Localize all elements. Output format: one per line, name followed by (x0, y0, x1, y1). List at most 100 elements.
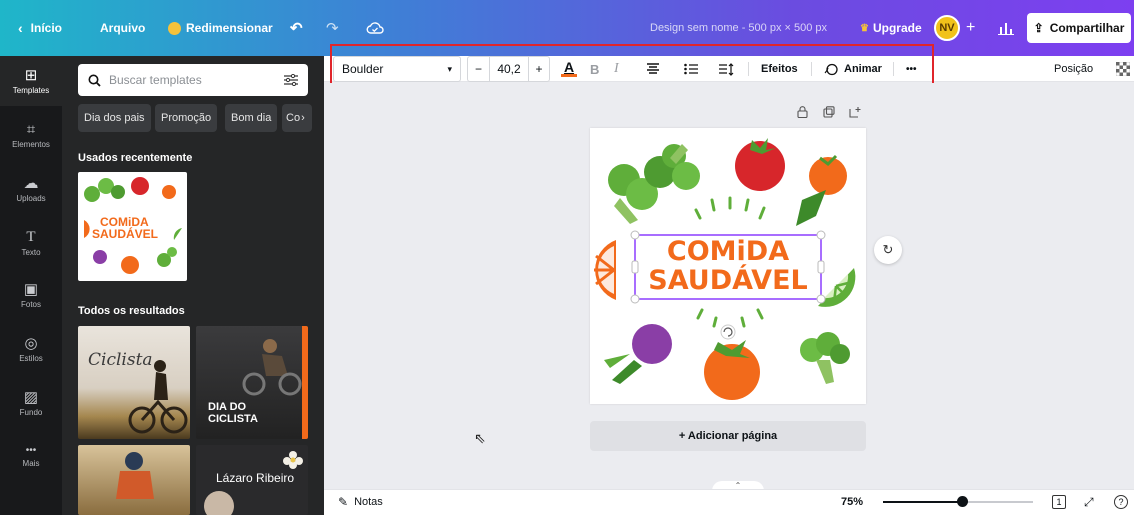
add-page-icon[interactable] (849, 106, 861, 121)
italic-button[interactable]: I (614, 56, 619, 82)
top-bar: ‹ Início Arquivo Redimensionar ↶ ↷ Desig… (0, 0, 1134, 56)
upgrade-button[interactable]: ♛ Upgrade (860, 0, 922, 56)
toolbar-divider (811, 62, 812, 76)
effects-button[interactable]: Efeitos (761, 56, 798, 82)
fullscreen-icon[interactable]: ⤢ (1084, 489, 1094, 515)
bold-button[interactable]: B (590, 56, 599, 82)
chip-label: Co (286, 112, 301, 124)
add-page-button[interactable]: + Adicionar página (590, 421, 866, 451)
file-menu[interactable]: Arquivo (100, 0, 145, 56)
recent-thumb-line2: SAUDÁVEL (92, 227, 159, 241)
share-button[interactable]: ⇪ Compartilhar (1027, 13, 1131, 43)
beet-icon (604, 324, 672, 384)
rail-item-text[interactable]: T Texto (0, 218, 62, 268)
background-icon: ▨ (23, 388, 39, 406)
crown-icon (168, 21, 181, 35)
help-icon: ? (1114, 495, 1128, 509)
font-size-stepper: − 40,2 + (467, 56, 550, 82)
toolbar-divider (893, 62, 894, 76)
text-color-button[interactable]: A (561, 56, 577, 82)
align-center-icon[interactable] (646, 56, 660, 82)
rail-item-more[interactable]: ••• Mais (0, 432, 62, 482)
result2-line2: CICLISTA (208, 413, 258, 425)
pages-icon: 1 (1052, 495, 1066, 509)
spacing-icon[interactable] (718, 56, 734, 82)
result4-title: Lázaro Ribeiro (216, 471, 295, 485)
result-template-memorial[interactable]: Lázaro Ribeiro (196, 445, 308, 515)
all-results-title: Todos os resultados (78, 305, 185, 317)
undo-icon[interactable]: ↶ (290, 0, 303, 56)
left-rail: ⊞ Templates ⌗ Elementos ☁ Uploads T Text… (0, 56, 62, 515)
rotate-handle[interactable] (720, 324, 736, 340)
chip-more[interactable]: Co › (282, 104, 312, 132)
design-title-line2[interactable]: SAUDÁVEL (590, 267, 866, 295)
transparency-icon[interactable] (1116, 56, 1130, 82)
design-title[interactable]: Design sem nome - 500 px × 500 px (650, 0, 827, 56)
resize-button[interactable]: Redimensionar (168, 0, 273, 56)
chip-promotion[interactable]: Promoção (155, 104, 218, 132)
template-icon: ⊞ (24, 66, 38, 84)
font-selector[interactable]: Boulder ▾ (333, 56, 461, 82)
more-options-button[interactable]: ••• (906, 56, 917, 82)
search-box[interactable] (78, 64, 308, 96)
rail-label: Fotos (20, 299, 41, 309)
increase-font-size-button[interactable]: + (528, 57, 549, 81)
rail-label: Fundo (19, 407, 43, 417)
filter-icon[interactable] (284, 74, 298, 86)
lock-icon[interactable] (797, 106, 808, 121)
elements-icon: ⌗ (26, 120, 36, 138)
list-icon[interactable] (684, 56, 698, 82)
rail-item-background[interactable]: ▨ Fundo (0, 378, 62, 428)
home-button[interactable]: ‹ Início (18, 0, 62, 56)
more-icon: ••• (25, 445, 37, 456)
chip-good-morning[interactable]: Bom dia (225, 104, 278, 132)
recent-section-title: Usados recentemente (78, 152, 193, 164)
cyclist-photo (242, 339, 302, 396)
rail-label: Uploads (16, 193, 46, 203)
position-button[interactable]: Posição (1054, 56, 1093, 82)
zoom-level[interactable]: 75% (841, 489, 863, 515)
rail-item-photos[interactable]: ▣ Fotos (0, 270, 62, 320)
notes-icon: ✎ (338, 495, 349, 509)
cloud-save-icon[interactable] (366, 0, 384, 56)
crown-icon: ♛ (860, 22, 869, 34)
rail-item-templates[interactable]: ⊞ Templates (0, 56, 62, 106)
rail-item-elements[interactable]: ⌗ Elementos (0, 110, 62, 160)
notes-button[interactable]: ✎ Notas (338, 489, 383, 515)
decrease-font-size-button[interactable]: − (468, 57, 490, 81)
animate-button[interactable]: Animar (823, 56, 882, 82)
broccoli-icon (608, 144, 700, 224)
avatar-button[interactable]: NV + (934, 0, 975, 56)
share-label: Compartilhar (1049, 21, 1125, 35)
page-count-button[interactable]: 1 (1052, 489, 1066, 515)
chevron-down-icon: ▾ (447, 63, 452, 74)
design-title-line1[interactable]: COMiDA (590, 238, 866, 266)
recent-template-thumb[interactable]: COMiDA SAUDÁVEL (78, 172, 187, 281)
search-input[interactable] (109, 73, 276, 87)
result-template-cyclist-day[interactable]: DIA DO CICLISTA (196, 326, 308, 439)
rail-item-uploads[interactable]: ☁ Uploads (0, 164, 62, 214)
rail-item-styles[interactable]: ◎ Estilos (0, 324, 62, 374)
canva-editor: ‹ Início Arquivo Redimensionar ↶ ↷ Desig… (0, 0, 1134, 515)
design-page[interactable]: COMiDA SAUDÁVEL (590, 128, 866, 404)
zoom-slider-knob[interactable] (957, 496, 968, 507)
redo-icon[interactable]: ↷ (326, 0, 339, 56)
font-size-input[interactable]: 40,2 (490, 57, 528, 81)
font-name: Boulder (342, 62, 384, 76)
duplicate-page-icon[interactable] (823, 106, 835, 121)
flower-icon (283, 451, 303, 469)
result-template-mountain-bike[interactable] (78, 445, 190, 515)
refresh-icon[interactable]: ↻ (874, 236, 902, 264)
tomato-icon (735, 138, 785, 191)
help-button[interactable]: ? (1114, 489, 1128, 515)
chevron-right-icon: › (301, 112, 305, 124)
analytics-icon[interactable] (998, 0, 1014, 56)
add-member-icon[interactable]: + (966, 19, 975, 37)
animate-label: Animar (844, 63, 882, 75)
broccoli-icon (800, 332, 850, 384)
upgrade-label: Upgrade (872, 21, 922, 35)
chip-fathers-day[interactable]: Dia dos pais (78, 104, 151, 132)
avatar: NV (934, 15, 960, 41)
result-template-cyclist[interactable]: Ciclista (78, 326, 190, 439)
notes-label: Notas (354, 496, 383, 508)
